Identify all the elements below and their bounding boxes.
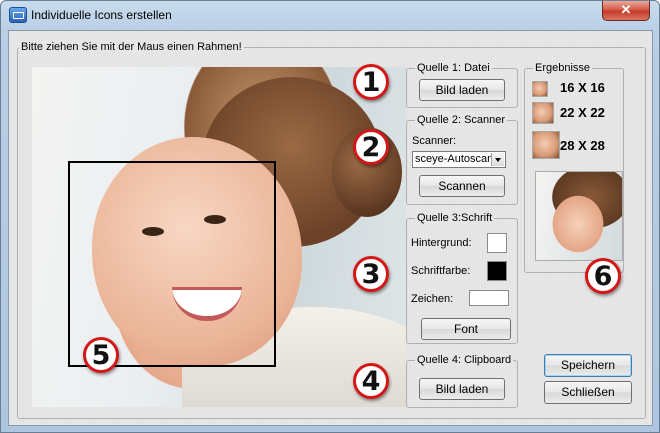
source3-label: Quelle 3:Schrift [415, 212, 495, 224]
annotation-badge-2: 2 [353, 129, 389, 165]
font-color-label: Schriftfarbe: [411, 265, 471, 277]
scanner-select-value: sceye-Autoscan [415, 153, 494, 165]
scanner-select[interactable]: sceye-Autoscan [412, 151, 506, 168]
result-thumbnail-16 [532, 81, 548, 97]
result-size-16: 16 X 16 [560, 80, 605, 95]
window-title: Individuelle Icons erstellen [31, 8, 172, 22]
characters-label: Zeichen: [411, 293, 454, 305]
font-button[interactable]: Font [421, 318, 511, 340]
background-color-label: Hintergrund: [411, 237, 472, 249]
source1-load-image-button[interactable]: Bild laden [419, 79, 505, 101]
font-color-swatch[interactable] [487, 261, 507, 281]
annotation-badge-1: 1 [353, 64, 389, 100]
characters-input[interactable] [469, 290, 509, 306]
results-label: Ergebnisse [533, 62, 593, 74]
result-thumbnail-28 [532, 131, 560, 159]
annotation-badge-6: 6 [585, 258, 621, 294]
main-group-label: Bitte ziehen Sie mit der Maus einen Rahm… [19, 41, 244, 53]
close-window-button[interactable]: ✕ [602, 1, 650, 21]
result-preview-image [535, 171, 623, 261]
close-icon: ✕ [620, 2, 632, 17]
scanner-label: Scanner: [412, 135, 457, 147]
title-bar[interactable]: Individuelle Icons erstellen ✕ [1, 1, 659, 29]
result-size-22: 22 X 22 [560, 105, 605, 120]
save-button[interactable]: Speichern [544, 354, 632, 377]
dialog-client-area: Bitte ziehen Sie mit der Maus einen Rahm… [8, 30, 653, 426]
app-icon [9, 7, 27, 23]
result-thumbnail-22 [532, 102, 554, 124]
background-color-swatch[interactable] [487, 233, 507, 253]
dialog-window: Individuelle Icons erstellen ✕ Bitte zie… [0, 0, 660, 433]
scan-button[interactable]: Scannen [419, 175, 505, 197]
annotation-badge-5: 5 [83, 337, 119, 373]
source1-label: Quelle 1: Datei [415, 62, 492, 74]
source2-label: Quelle 2: Scanner [415, 114, 508, 126]
annotation-badge-4: 4 [353, 363, 389, 399]
source4-label: Quelle 4: Clipboard [415, 354, 514, 366]
close-button[interactable]: Schließen [544, 381, 632, 404]
source4-load-image-button[interactable]: Bild laden [419, 378, 505, 400]
result-size-28: 28 X 28 [560, 138, 605, 153]
chevron-down-icon[interactable] [491, 153, 504, 166]
annotation-badge-3: 3 [353, 256, 389, 292]
